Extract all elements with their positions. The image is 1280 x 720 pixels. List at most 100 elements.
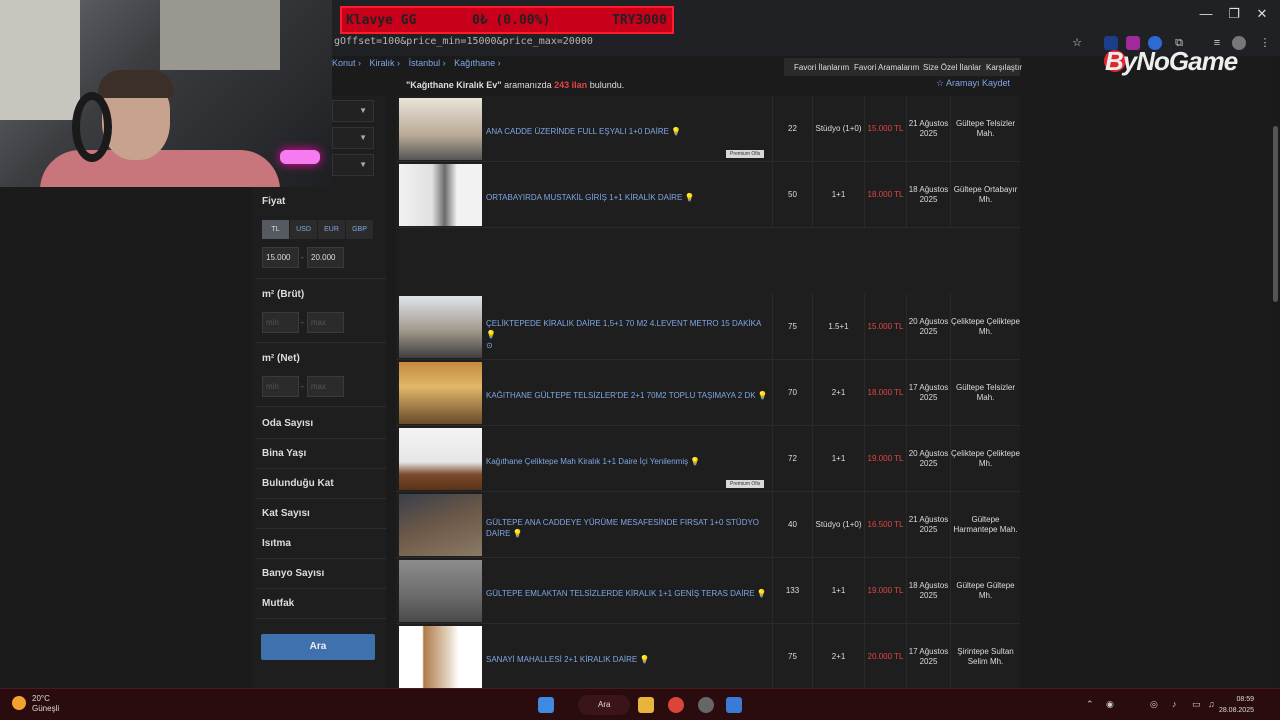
listing-thumbnail[interactable] <box>399 494 482 556</box>
price-cell: 16.500 TL <box>864 492 906 558</box>
filter-kitchen[interactable]: Mutfak <box>262 598 294 609</box>
breadcrumb-item[interactable]: İstanbul › <box>409 58 446 68</box>
special-listings-link[interactable]: Size Özel İlanlar <box>923 63 981 72</box>
bookmark-star-icon[interactable]: ☆ <box>1070 36 1084 50</box>
area-cell: 50 <box>772 162 812 228</box>
app-icon[interactable] <box>698 697 714 713</box>
room-cell: 1+1 <box>812 162 864 228</box>
page-scrollbar[interactable] <box>1271 56 1280 688</box>
favorite-listings-link[interactable]: Favori İlanlarım <box>794 63 849 72</box>
weather-temp: 20°C <box>32 694 50 703</box>
location-cell: Çeliktepe Çeliktepe Mh. <box>950 426 1020 492</box>
breadcrumb-item[interactable]: Kiralık › <box>370 58 401 68</box>
menu-icon[interactable]: ⋮ <box>1258 36 1272 50</box>
app-tray-icon[interactable]: ◎ <box>1150 699 1158 710</box>
close-button[interactable]: ✕ <box>1252 6 1272 22</box>
range-dash: - <box>301 318 304 327</box>
file-explorer-icon[interactable] <box>638 697 654 713</box>
listing-title-link[interactable]: SANAYİ MAHALLESİ 2+1 KİRALIK DAİRE 💡 <box>486 654 772 665</box>
filter-dropdown[interactable] <box>332 100 374 122</box>
price-min-input[interactable]: 15.000 <box>262 247 299 268</box>
table-row[interactable]: GÜLTEPE ANA CADDEYE YÜRÜME MESAFESİNDE F… <box>396 492 1020 558</box>
microphone-icon[interactable]: ♪ <box>1172 699 1177 709</box>
listing-title-link[interactable]: Kağıthane Çeliktepe Mah Kiralık 1+1 Dair… <box>486 456 772 467</box>
currency-eur-button[interactable]: EUR <box>318 220 345 239</box>
breadcrumb-item[interactable]: Kağıthane › <box>454 58 501 68</box>
windows-start-icon[interactable] <box>538 697 554 713</box>
save-search-button[interactable]: ☆ Aramayı Kaydet <box>936 78 1010 89</box>
filter-floor-count[interactable]: Kat Sayısı <box>262 508 310 519</box>
currency-gbp-button[interactable]: GBP <box>346 220 373 239</box>
location-cell: Şirintepe Sultan Selim Mh. <box>950 624 1020 690</box>
location-cell: Gültepe Ortabayır Mh. <box>950 162 1020 228</box>
listing-title-link[interactable]: GÜLTEPE EMLAKTAN TELSİZLERDE KİRALIK 1+1… <box>486 588 772 599</box>
table-row[interactable]: ORTABAYIRDA MUSTAKİL GİRİŞ 1+1 KİRALİK D… <box>396 162 1020 228</box>
listing-title-link[interactable]: GÜLTEPE ANA CADDEYE YÜRÜME MESAFESİNDE F… <box>486 517 772 539</box>
volume-icon[interactable]: ♫ <box>1208 699 1215 709</box>
breadcrumb-item[interactable]: Konut › <box>332 58 361 68</box>
minimize-button[interactable]: — <box>1196 6 1216 21</box>
filter-building-age[interactable]: Bina Yaşı <box>262 448 306 459</box>
table-row[interactable]: Kağıthane Çeliktepe Mah Kiralık 1+1 Dair… <box>396 426 1020 492</box>
price-max-input[interactable]: 20.000 <box>307 247 344 268</box>
gross-area-label: m² (Brüt) <box>262 289 305 300</box>
listing-thumbnail[interactable] <box>399 296 482 358</box>
price-label: Fiyat <box>262 196 286 207</box>
maximize-button[interactable]: ❐ <box>1224 6 1244 22</box>
clock[interactable]: 08:59 28.08.2025 <box>1219 694 1254 716</box>
compare-link[interactable]: Karşılaştır <box>986 63 1022 72</box>
table-row[interactable]: GÜLTEPE EMLAKTAN TELSİZLERDE KİRALIK 1+1… <box>396 558 1020 624</box>
currency-tl-button[interactable]: TL <box>262 220 289 239</box>
divider <box>256 468 386 469</box>
steam-icon[interactable]: ◉ <box>1106 699 1114 710</box>
chrome-icon[interactable] <box>668 697 684 713</box>
chevron-up-icon[interactable]: ⌃ <box>1086 699 1094 710</box>
date-cell: 18 Ağustos 2025 <box>906 162 950 228</box>
listing-thumbnail[interactable] <box>399 98 482 160</box>
filter-dropdown[interactable] <box>332 154 374 176</box>
date-cell: 20 Ağustos 2025 <box>906 294 950 360</box>
listing-title-link[interactable]: ORTABAYIRDA MUSTAKİL GİRİŞ 1+1 KİRALİK D… <box>486 192 772 203</box>
filter-room-count[interactable]: Oda Sayısı <box>262 418 313 429</box>
scrollbar-thumb[interactable] <box>1273 126 1278 302</box>
video-icon[interactable]: ⊙ <box>486 341 493 350</box>
divider <box>256 558 386 559</box>
table-row[interactable]: ANA CADDE ÜZERİNDE FULL EŞYALI 1+0 DAİRE… <box>396 96 1020 162</box>
room-cell: 2+1 <box>812 624 864 690</box>
search-button[interactable]: Ara <box>261 634 375 660</box>
date-cell: 21 Ağustos 2025 <box>906 96 950 162</box>
net-min-input[interactable]: min <box>262 376 299 397</box>
currency-usd-button[interactable]: USD <box>290 220 317 239</box>
table-row[interactable]: ÇELİKTEPEDE KİRALIK DAİRE 1,5+1 70 M2 4.… <box>396 294 1020 360</box>
network-icon[interactable]: ▭ <box>1192 699 1201 710</box>
filter-heating[interactable]: Isıtma <box>262 538 291 549</box>
ad-gap <box>396 228 1020 294</box>
listing-thumbnail[interactable] <box>399 560 482 622</box>
table-row[interactable]: SANAYİ MAHALLESİ 2+1 KİRALIK DAİRE 💡 75 … <box>396 624 1020 690</box>
listing-title-link[interactable]: ANA CADDE ÜZERİNDE FULL EŞYALI 1+0 DAİRE… <box>486 126 772 137</box>
gross-max-input[interactable]: max <box>307 312 344 333</box>
room-cell: Stüdyo (1+0) <box>812 96 864 162</box>
listing-thumbnail[interactable] <box>399 626 482 688</box>
location-cell: Çeliktepe Çeliktepe Mh. <box>950 294 1020 360</box>
filter-floor[interactable]: Bulunduğu Kat <box>262 478 334 489</box>
favorite-searches-link[interactable]: Favori Aramalarım <box>854 63 919 72</box>
date-cell: 17 Ağustos 2025 <box>906 624 950 690</box>
weather-text: Güneşli <box>32 704 60 713</box>
net-max-input[interactable]: max <box>307 376 344 397</box>
url-text[interactable]: gOffset=100&price_min=15000&price_max=20… <box>334 36 593 47</box>
webcam-background <box>160 0 280 70</box>
listing-thumbnail[interactable] <box>399 362 482 424</box>
taskbar-search[interactable]: Ara <box>578 695 630 715</box>
gross-min-input[interactable]: min <box>262 312 299 333</box>
filter-dropdown[interactable] <box>332 127 374 149</box>
listing-thumbnail[interactable] <box>399 428 482 490</box>
table-row[interactable]: KAĞITHANE GÜLTEPE TELSİZLER'DE 2+1 70M2 … <box>396 360 1020 426</box>
filter-bathroom-count[interactable]: Banyo Sayısı <box>262 568 324 579</box>
location-cell: Gültepe Harmantepe Mah. <box>950 492 1020 558</box>
listing-title-link[interactable]: ÇELİKTEPEDE KİRALIK DAİRE 1,5+1 70 M2 4.… <box>486 318 772 351</box>
listing-thumbnail[interactable] <box>399 164 482 226</box>
listing-title-link[interactable]: KAĞITHANE GÜLTEPE TELSİZLER'DE 2+1 70M2 … <box>486 390 772 401</box>
divider <box>256 406 386 407</box>
app-icon[interactable] <box>726 697 742 713</box>
